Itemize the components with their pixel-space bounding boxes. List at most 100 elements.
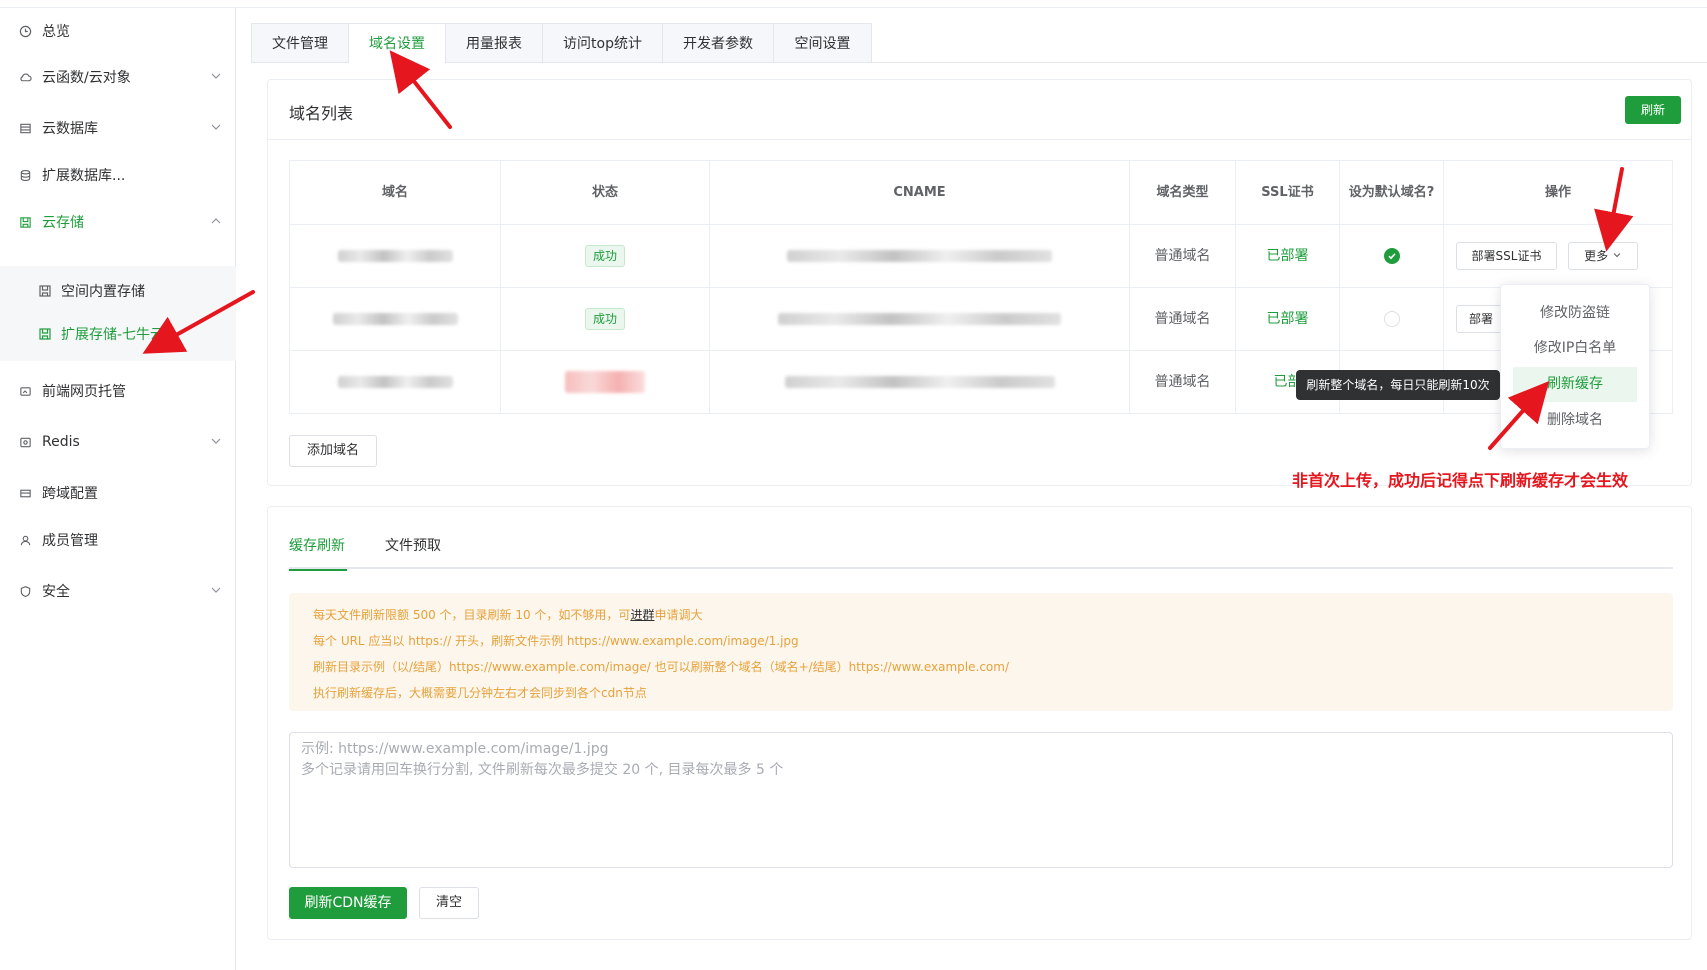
sidebar-item-label: 总览 (42, 24, 70, 40)
sidebar-item-label: Redis (42, 434, 80, 450)
sidebar-item-label: 云函数/云对象 (42, 70, 131, 86)
notice-text: 申请调大 (654, 608, 703, 622)
tab-space-settings[interactable]: 空间设置 (774, 23, 872, 63)
column-header: 域名类型 (1130, 161, 1236, 225)
table-cell-status (501, 351, 710, 413)
deploy-ssl-button[interactable]: 部署 (1456, 305, 1506, 333)
more-dropdown-button[interactable]: 更多 (1568, 242, 1638, 270)
notice-line-2: 每个 URL 应当以 https:// 开头，刷新文件示例 https://ww… (313, 634, 799, 648)
tab-domain-settings[interactable]: 域名设置 (349, 23, 446, 64)
dropdown-item-hotlink[interactable]: 修改防盗链 (1513, 296, 1637, 331)
sidebar: 总览 云函数/云对象 云数据库 扩展数据库... 云存储 空间内置存储 扩展存储… (0, 8, 236, 970)
column-header: 设为默认域名? (1340, 161, 1444, 225)
blurred-cname (784, 376, 1055, 388)
storage-icon (18, 215, 32, 229)
tab-developer-params[interactable]: 开发者参数 (663, 23, 774, 63)
chevron-down-icon (211, 438, 221, 444)
refresh-cache-tooltip: 刷新整个域名，每日只能刷新10次 (1296, 370, 1505, 400)
user-icon (18, 533, 32, 547)
sidebar-item-cloud-storage[interactable]: 云存储 (0, 199, 236, 245)
table-cell-cname (710, 288, 1130, 351)
sidebar-item-redis[interactable]: Redis (0, 419, 236, 465)
table-cell-default (1340, 225, 1444, 288)
clear-button[interactable]: 清空 (419, 887, 479, 919)
notice-box: 每天文件刷新限额 500 个，目录刷新 10 个，如不够用，可进群申请调大 每个… (289, 593, 1673, 711)
table-cell-domain (290, 225, 501, 288)
table-cell-ssl: 已部署 (1236, 288, 1340, 351)
active-tab-indicator (289, 569, 347, 571)
sidebar-item-overview[interactable]: 总览 (0, 8, 236, 54)
tab-label: 缓存刷新 (289, 538, 345, 554)
red-annotation-text: 非首次上传，成功后记得点下刷新缓存才会生效 (1292, 471, 1629, 490)
stack-icon (18, 168, 32, 182)
sidebar-subitem-qiniu-storage[interactable]: 扩展存储-七牛云 (0, 311, 236, 357)
blurred-cname (787, 250, 1052, 262)
domain-list-card: 域名列表 刷新 域名 状态 CNAME 域名类型 SSL证书 设为默认域名? 操… (267, 79, 1692, 486)
blurred-domain (332, 313, 458, 325)
sidebar-item-label: 扩展数据库... (42, 168, 126, 184)
more-dropdown-menu: 修改防盗链 修改IP白名单 刷新缓存 删除域名 (1500, 284, 1650, 449)
table-cell-type: 普通域名 (1130, 225, 1236, 288)
sidebar-item-label: 云数据库 (42, 121, 98, 137)
deploy-ssl-button[interactable]: 部署SSL证书 (1456, 242, 1557, 270)
tab-file-management[interactable]: 文件管理 (251, 23, 349, 63)
blurred-domain (337, 376, 453, 388)
dropdown-item-delete-domain[interactable]: 删除域名 (1513, 403, 1637, 438)
sidebar-item-cloud-database[interactable]: 云数据库 (0, 105, 236, 151)
cache-tabs: 缓存刷新 文件预取 (289, 525, 1673, 571)
sidebar-item-label: 成员管理 (42, 533, 98, 549)
notice-line-4: 执行刷新缓存后，大概需要几分钟左右才会同步到各个cdn节点 (313, 686, 647, 700)
sidebar-subitem-label: 扩展存储-七牛云 (61, 327, 165, 343)
table-cell-default (1340, 288, 1444, 351)
card-header: 域名列表 刷新 (268, 80, 1691, 140)
tab-file-prefetch[interactable]: 文件预取 (385, 535, 441, 555)
column-header: CNAME (710, 161, 1130, 225)
top-bar (0, 0, 1707, 8)
dropdown-item-refresh-cache[interactable]: 刷新缓存 (1513, 367, 1637, 402)
table-cell-type: 普通域名 (1130, 351, 1236, 413)
sidebar-subitem-label: 空间内置存储 (61, 284, 145, 300)
sidebar-item-label: 云存储 (42, 215, 84, 231)
table-cell-type: 普通域名 (1130, 288, 1236, 351)
sidebar-subitem-builtin-storage[interactable]: 空间内置存储 (0, 268, 236, 314)
sidebar-item-label: 安全 (42, 584, 70, 600)
tab-usage-report[interactable]: 用量报表 (446, 23, 543, 63)
chevron-down-icon (211, 124, 221, 130)
table-cell-status: 成功 (501, 288, 710, 351)
dropdown-item-ip-whitelist[interactable]: 修改IP白名单 (1513, 331, 1637, 366)
tab-cache-refresh[interactable]: 缓存刷新 (289, 535, 347, 571)
sidebar-item-cors[interactable]: 跨域配置 (0, 470, 236, 516)
more-label: 更多 (1584, 249, 1609, 263)
tab-top-access[interactable]: 访问top统计 (543, 23, 663, 63)
add-domain-button[interactable]: 添加域名 (289, 435, 377, 467)
sidebar-item-extended-database[interactable]: 扩展数据库... (0, 152, 236, 198)
sidebar-item-cloud-functions[interactable]: 云函数/云对象 (0, 54, 236, 100)
chevron-up-icon (211, 218, 221, 224)
url-textarea[interactable]: 示例: https://www.example.com/image/1.jpg … (289, 732, 1673, 868)
status-badge: 成功 (584, 245, 625, 267)
cache-refresh-card: 缓存刷新 文件预取 每天文件刷新限额 500 个，目录刷新 10 个，如不够用，… (267, 506, 1692, 940)
column-header: 域名 (290, 161, 501, 225)
table-cell-cname (710, 351, 1130, 413)
sidebar-item-security[interactable]: 安全 (0, 568, 236, 614)
check-circle-icon[interactable] (1383, 248, 1400, 264)
status-badge: 成功 (584, 308, 625, 330)
sidebar-item-label: 前端网页托管 (42, 384, 126, 400)
blurred-cname (778, 313, 1061, 325)
join-group-link[interactable]: 进群 (630, 608, 654, 622)
storage-icon (38, 284, 52, 298)
sidebar-item-label: 跨域配置 (42, 486, 98, 502)
database-icon (18, 121, 32, 135)
blurred-status (565, 371, 645, 393)
refresh-button[interactable]: 刷新 (1625, 96, 1681, 124)
column-header: SSL证书 (1236, 161, 1340, 225)
radio-empty-icon[interactable] (1383, 311, 1400, 327)
sidebar-item-members[interactable]: 成员管理 (0, 517, 236, 563)
table-cell-status: 成功 (501, 225, 710, 288)
refresh-cdn-button[interactable]: 刷新CDN缓存 (289, 887, 407, 919)
redis-icon (18, 435, 32, 449)
chevron-down-icon (211, 587, 221, 593)
chevron-down-icon (211, 73, 221, 79)
cross-icon (18, 486, 32, 500)
sidebar-item-web-hosting[interactable]: 前端网页托管 (0, 368, 236, 414)
